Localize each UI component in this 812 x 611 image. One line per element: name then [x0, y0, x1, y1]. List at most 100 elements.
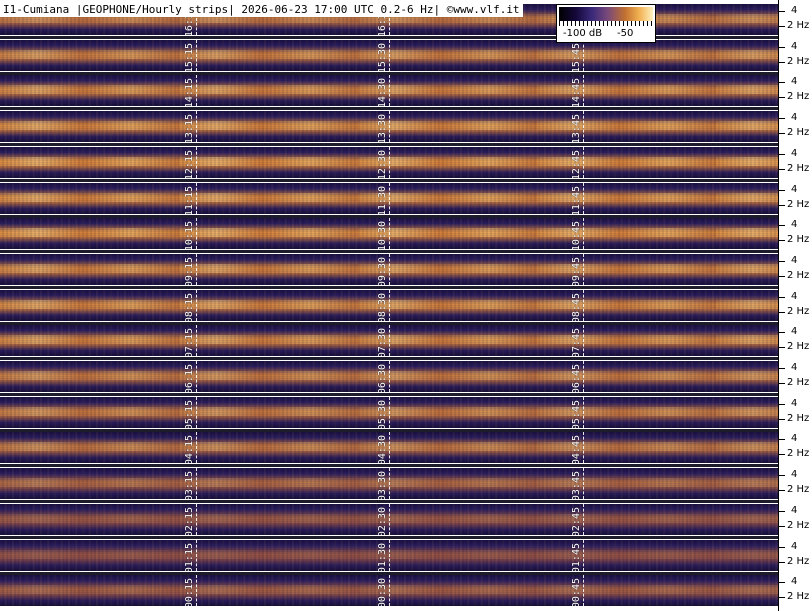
quarter-hour-gridline [583, 504, 584, 535]
frequency-label-upper: 4 [791, 76, 798, 87]
quarter-hour-gridline [389, 432, 390, 463]
quarter-hour-gridline [196, 504, 197, 535]
frequency-tick [779, 312, 785, 313]
frequency-label-lower: 2 Hz [787, 413, 810, 424]
time-mark-label: 01:45 [571, 543, 582, 571]
chart-title: I1-Cumiana |GEOPHONE/Hourly strips| 2026… [0, 3, 523, 17]
frequency-tick [779, 261, 785, 262]
quarter-hour-gridline [583, 218, 584, 249]
frequency-label-upper: 4 [791, 576, 798, 587]
quarter-hour-gridline [196, 397, 197, 428]
frequency-label-upper: 4 [791, 291, 798, 302]
time-mark-label: 08:15 [184, 293, 195, 321]
spectrogram-strip: 01:15 01:30 01:45 [0, 540, 778, 571]
time-mark-label: 04:30 [377, 435, 388, 463]
strip-separator [0, 250, 778, 253]
quarter-hour-gridline [583, 147, 584, 178]
quarter-hour-gridline [389, 111, 390, 142]
frequency-label-lower: 2 Hz [787, 127, 810, 138]
frequency-label-lower: 2 Hz [787, 556, 810, 567]
time-mark-label: 11:30 [377, 186, 388, 214]
frequency-label-upper: 4 [791, 255, 798, 266]
spectrogram-strip: 12:15 12:30 12:45 [0, 147, 778, 178]
time-mark-label: 04:45 [571, 435, 582, 463]
time-mark-label: 02:15 [184, 507, 195, 535]
frequency-tick [779, 118, 785, 119]
frequency-label-upper: 4 [791, 541, 798, 552]
time-mark-label: 07:30 [377, 328, 388, 356]
time-mark-label: 10:15 [184, 221, 195, 249]
strip-separator [0, 500, 778, 503]
frequency-tick [779, 240, 785, 241]
quarter-hour-gridline [196, 147, 197, 178]
time-mark-label: 08:45 [571, 293, 582, 321]
time-mark-label: 01:30 [377, 543, 388, 571]
time-mark-label: 13:30 [377, 114, 388, 142]
time-mark-label: 15:45 [571, 43, 582, 71]
quarter-hour-gridline [196, 468, 197, 499]
quarter-hour-gridline [196, 540, 197, 571]
quarter-hour-gridline [196, 111, 197, 142]
frequency-tick [779, 190, 785, 191]
frequency-label-lower: 2 Hz [787, 591, 810, 602]
spectrogram-strip: 15:15 15:30 15:45 [0, 40, 778, 71]
frequency-tick [779, 205, 785, 206]
time-mark-label: 14:30 [377, 78, 388, 106]
frequency-tick [779, 475, 785, 476]
quarter-hour-gridline [196, 325, 197, 356]
quarter-hour-gridline [583, 325, 584, 356]
time-mark-label: 02:45 [571, 507, 582, 535]
frequency-label-lower: 2 Hz [787, 234, 810, 245]
time-mark-label: 06:15 [184, 364, 195, 392]
frequency-tick [779, 383, 785, 384]
time-mark-label: 12:45 [571, 150, 582, 178]
time-mark-label: 01:15 [184, 543, 195, 571]
quarter-hour-gridline [196, 290, 197, 321]
frequency-tick [779, 97, 785, 98]
frequency-label-lower: 2 Hz [787, 20, 810, 31]
quarter-hour-gridline [583, 540, 584, 571]
time-mark-label: 07:15 [184, 328, 195, 356]
quarter-hour-gridline [583, 361, 584, 392]
frequency-axis: 4 2 Hz 4 2 Hz 4 2 Hz 4 2 Hz 4 2 Hz 4 2 Hz 4 2 Hz 4 2 Hz… [778, 0, 812, 611]
quarter-hour-gridline [196, 361, 197, 392]
quarter-hour-gridline [389, 290, 390, 321]
quarter-hour-gridline [389, 504, 390, 535]
frequency-tick [779, 368, 785, 369]
frequency-tick [779, 547, 785, 548]
time-mark-label: 06:45 [571, 364, 582, 392]
quarter-hour-gridline [583, 183, 584, 214]
frequency-tick [779, 347, 785, 348]
frequency-label-upper: 4 [791, 433, 798, 444]
time-mark-label: 06:30 [377, 364, 388, 392]
strip-separator [0, 464, 778, 467]
quarter-hour-gridline [389, 397, 390, 428]
quarter-hour-gridline [389, 183, 390, 214]
time-mark-label: 14:45 [571, 78, 582, 106]
frequency-tick [779, 276, 785, 277]
frequency-tick [779, 154, 785, 155]
quarter-hour-gridline [389, 325, 390, 356]
quarter-hour-gridline [389, 75, 390, 106]
quarter-hour-gridline [583, 432, 584, 463]
time-mark-label: 09:30 [377, 257, 388, 285]
time-mark-label: 08:30 [377, 293, 388, 321]
frequency-tick [779, 133, 785, 134]
frequency-tick [779, 490, 785, 491]
time-mark-label: 14:15 [184, 78, 195, 106]
strip-separator [0, 143, 778, 146]
frequency-label-upper: 4 [791, 398, 798, 409]
frequency-label-lower: 2 Hz [787, 341, 810, 352]
time-mark-label: 15:30 [377, 43, 388, 71]
quarter-hour-gridline [389, 361, 390, 392]
quarter-hour-gridline [389, 40, 390, 71]
spectrogram-strip: 06:15 06:30 06:45 [0, 361, 778, 392]
frequency-label-upper: 4 [791, 505, 798, 516]
quarter-hour-gridline [196, 40, 197, 71]
time-mark-label: 05:15 [184, 400, 195, 428]
time-mark-label: 10:30 [377, 221, 388, 249]
time-mark-label: 00:30 [377, 578, 388, 606]
time-mark-label: 03:45 [571, 471, 582, 499]
time-mark-label: 11:15 [184, 186, 195, 214]
frequency-label-upper: 4 [791, 5, 798, 16]
